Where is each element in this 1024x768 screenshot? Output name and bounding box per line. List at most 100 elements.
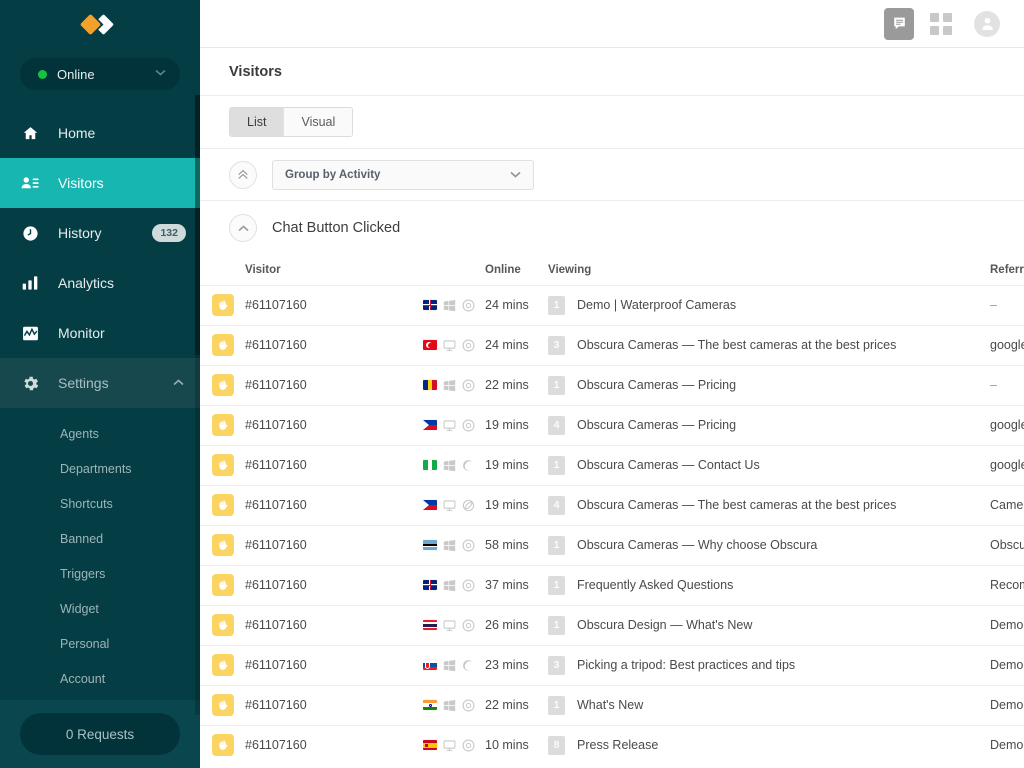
status-selector[interactable]: Online — [20, 58, 180, 90]
sidebar-item-banned[interactable]: Banned — [0, 521, 200, 556]
chat-clicked-hand-icon — [212, 334, 234, 356]
apps-grid-icon[interactable] — [930, 12, 952, 35]
row-visitor-icon-cell — [200, 524, 245, 565]
desktop-os-icon — [443, 339, 456, 352]
visitors-table: Visitor Online Viewing Referrer #6110716… — [200, 255, 1024, 765]
row-visitor-id: #61107160 — [245, 684, 423, 725]
chrome-browser-icon — [462, 419, 475, 432]
sidebar-label-personal: Personal — [60, 636, 110, 651]
tab-visual[interactable]: Visual — [283, 108, 353, 136]
col-referrer[interactable]: Referrer — [990, 255, 1024, 285]
group-collapse-button[interactable] — [229, 214, 257, 242]
row-visitor-icon-cell — [200, 364, 245, 405]
row-visitor-id: #61107160 — [245, 284, 423, 325]
table-row[interactable]: #61107160 23 mins 3 Picking a tripod: Best … — [200, 644, 1024, 685]
group-by-label: Group by Activity — [285, 168, 381, 181]
row-device-cell — [423, 404, 485, 445]
row-referrer: google — [990, 444, 1024, 485]
row-online-duration: 22 mins — [485, 364, 548, 405]
col-viewing[interactable]: Viewing — [548, 255, 990, 285]
table-head: Visitor Online Viewing Referrer — [200, 255, 1024, 285]
tab-list[interactable]: List — [230, 108, 284, 136]
visitors-table-container[interactable]: Visitor Online Viewing Referrer #6110716… — [200, 255, 1024, 768]
sidebar-item-triggers[interactable]: Triggers — [0, 556, 200, 591]
table-row[interactable]: #61107160 37 mins 1 Frequently Asked Questi… — [200, 564, 1024, 605]
sidebar-item-shortcuts[interactable]: Shortcuts — [0, 486, 200, 521]
row-visitor-id: #61107160 — [245, 444, 423, 485]
filter-bar: Group by Activity — [200, 149, 1024, 201]
firefox-browser-icon — [462, 659, 475, 672]
table-row[interactable]: #61107160 22 mins 1 Obscura Cameras — Prici… — [200, 364, 1024, 405]
table-row[interactable]: #61107160 24 mins 3 Obscura Cameras — The b… — [200, 324, 1024, 365]
requests-button[interactable]: 0 Requests — [20, 713, 180, 755]
row-viewing-cell: 1 Obscura Cameras — Why choose Obscura — [548, 524, 990, 565]
row-viewing-title: What's New — [577, 698, 644, 712]
row-device-cell — [423, 284, 485, 325]
sidebar: Online Home Visitors History 132 Analyti… — [0, 0, 200, 768]
row-viewing-title: Obscura Cameras — Pricing — [577, 378, 737, 392]
table-row[interactable]: #61107160 58 mins 1 Obscura Cameras — Why c… — [200, 524, 1024, 565]
windows-os-icon — [443, 299, 456, 312]
table-row[interactable]: #61107160 19 mins 1 Obscura Cameras — Conta… — [200, 444, 1024, 485]
table-row[interactable]: #61107160 10 mins 8 Press Release Demo — [200, 724, 1024, 765]
app-logo[interactable] — [0, 0, 200, 52]
windows-os-icon — [443, 379, 456, 392]
row-viewing-cell: 4 Obscura Cameras — Pricing — [548, 404, 990, 445]
row-device-cell — [423, 644, 485, 685]
row-visitor-id: #61107160 — [245, 364, 423, 405]
row-visitor-icon-cell — [200, 604, 245, 645]
sidebar-item-visitors[interactable]: Visitors — [0, 158, 200, 208]
sidebar-item-widget[interactable]: Widget — [0, 591, 200, 626]
row-visitor-icon-cell — [200, 644, 245, 685]
desktop-os-icon — [443, 739, 456, 752]
chat-bubble-icon[interactable] — [884, 7, 914, 40]
sidebar-item-personal[interactable]: Personal — [0, 626, 200, 661]
row-viewing-title: Obscura Cameras — The best cameras at th… — [577, 338, 897, 352]
table-row[interactable]: #61107160 19 mins 4 Obscura Cameras — Prici… — [200, 404, 1024, 445]
row-referrer: Demo — [990, 644, 1024, 685]
sidebar-item-home[interactable]: Home — [0, 108, 200, 158]
row-online-duration: 19 mins — [485, 404, 548, 445]
sidebar-item-history[interactable]: History 132 — [0, 208, 200, 258]
row-page-count-badge: 3 — [548, 335, 565, 355]
main-content: Visitors List Visual Group by Activity C… — [200, 0, 1024, 768]
windows-os-icon — [443, 699, 456, 712]
col-visitor[interactable]: Visitor — [245, 255, 423, 285]
row-online-duration: 23 mins — [485, 644, 548, 685]
sidebar-item-monitor[interactable]: Monitor — [0, 308, 200, 358]
row-viewing-cell: 3 Picking a tripod: Best practices and ti… — [548, 644, 990, 685]
row-online-duration: 37 mins — [485, 564, 548, 605]
row-viewing-title: Obscura Cameras — Why choose Obscura — [577, 538, 818, 552]
diamond-logo-icon — [79, 13, 118, 39]
sidebar-item-departments[interactable]: Departments — [0, 451, 200, 486]
row-viewing-cell: 1 Obscura Design — What's New — [548, 604, 990, 645]
table-row[interactable]: #61107160 26 mins 1 Obscura Design — What's… — [200, 604, 1024, 645]
sidebar-label-monitor: Monitor — [58, 325, 105, 341]
row-visitor-icon-cell — [200, 444, 245, 485]
row-viewing-cell: 4 Obscura Cameras — The best cameras at t… — [548, 484, 990, 525]
table-row[interactable]: #61107160 22 mins 1 What's New Demo — [200, 684, 1024, 725]
chat-clicked-hand-icon — [212, 534, 234, 556]
chat-clicked-hand-icon — [212, 654, 234, 676]
row-visitor-icon-cell — [200, 564, 245, 605]
row-referrer: Recom — [990, 564, 1024, 605]
col-online[interactable]: Online — [485, 255, 548, 285]
history-count-badge: 132 — [152, 224, 186, 242]
sidebar-item-agents[interactable]: Agents — [0, 416, 200, 451]
chat-clicked-hand-icon — [212, 454, 234, 476]
col-device — [423, 255, 485, 285]
collapse-filters-button[interactable] — [229, 160, 257, 189]
table-row[interactable]: #61107160 24 mins 1 Demo | Waterproof Camer… — [200, 284, 1024, 325]
row-viewing-title: Picking a tripod: Best practices and tip… — [577, 658, 796, 672]
chat-clicked-hand-icon — [212, 574, 234, 596]
sidebar-item-settings[interactable]: Settings — [0, 358, 200, 408]
country-flag-icon — [423, 580, 437, 590]
row-referrer: Came — [990, 484, 1024, 525]
user-avatar-icon[interactable] — [974, 10, 1000, 37]
sidebar-item-analytics[interactable]: Analytics — [0, 258, 200, 308]
sidebar-item-account[interactable]: Account — [0, 661, 200, 696]
group-by-dropdown[interactable]: Group by Activity — [272, 159, 534, 190]
row-page-count-badge: 8 — [548, 735, 565, 755]
gear-icon — [18, 374, 42, 393]
table-row[interactable]: #61107160 19 mins 4 Obscura Cameras — The b… — [200, 484, 1024, 525]
